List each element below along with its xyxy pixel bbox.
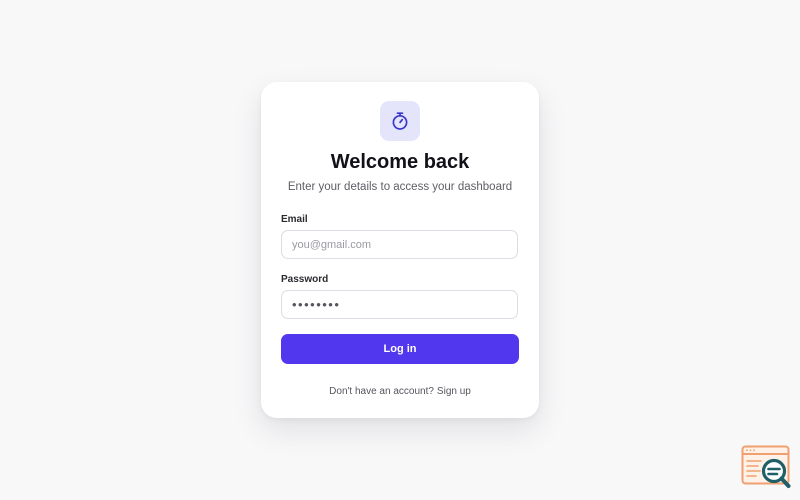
login-page: Welcome back Enter your details to acces…: [0, 0, 800, 500]
login-card: Welcome back Enter your details to acces…: [261, 82, 539, 418]
login-button[interactable]: Log in: [281, 334, 519, 364]
email-label: Email: [281, 214, 308, 225]
signup-prompt: Don't have an account? Sign up: [261, 385, 539, 399]
email-field[interactable]: [281, 230, 518, 259]
page-title: Welcome back: [330, 151, 470, 173]
signup-link[interactable]: Sign up: [437, 386, 471, 397]
password-field[interactable]: [281, 290, 518, 319]
signup-prompt-text: Don't have an account?: [329, 386, 434, 397]
app-logo: [380, 101, 420, 141]
password-label: Password: [281, 274, 329, 285]
stopwatch-icon: [392, 112, 408, 130]
page-subtitle: Enter your details to access your dashbo…: [287, 181, 513, 193]
browser-search-icon: [741, 445, 793, 491]
